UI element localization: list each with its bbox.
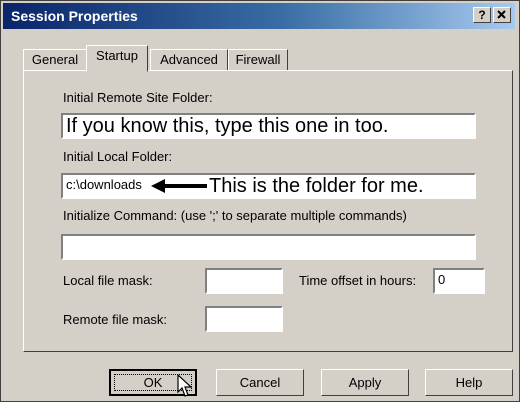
close-x-glyph [497,10,506,19]
remote-mask-label: Remote file mask: [63,312,168,327]
remote-folder-input[interactable]: If you know this, type this one in too. [61,113,476,139]
time-offset-label: Time offset in hours: [299,273,417,288]
apply-button[interactable]: Apply [321,369,409,396]
remote-mask-input[interactable] [205,306,283,332]
title-bar[interactable]: Session Properties ? [3,3,515,29]
tab-advanced[interactable]: Advanced [150,49,228,71]
arrow-annotation-icon [151,179,207,193]
local-mask-label: Local file mask: [63,273,153,288]
mouse-cursor-icon [177,374,193,397]
help-icon[interactable]: ? [473,7,491,23]
cancel-button[interactable]: Cancel [216,369,304,396]
remote-folder-label: Initial Remote Site Folder: [63,90,213,105]
close-icon[interactable] [493,7,511,23]
local-folder-annotation: This is the folder for me. [209,175,424,197]
time-offset-input[interactable]: 0 [433,268,485,294]
tab-firewall[interactable]: Firewall [228,49,288,71]
session-properties-dialog: Session Properties ? General Startup Adv… [0,0,520,402]
init-command-label: Initialize Command: (use ';' to separate… [63,208,407,223]
init-command-input[interactable] [61,234,476,260]
local-folder-label: Initial Local Folder: [63,149,173,164]
help-button[interactable]: Help [425,369,513,396]
tab-general[interactable]: General [23,49,87,71]
local-mask-input[interactable] [205,268,283,294]
local-folder-value: c:\downloads [66,177,142,192]
tab-startup[interactable]: Startup [86,45,148,72]
window-title: Session Properties [11,8,138,24]
